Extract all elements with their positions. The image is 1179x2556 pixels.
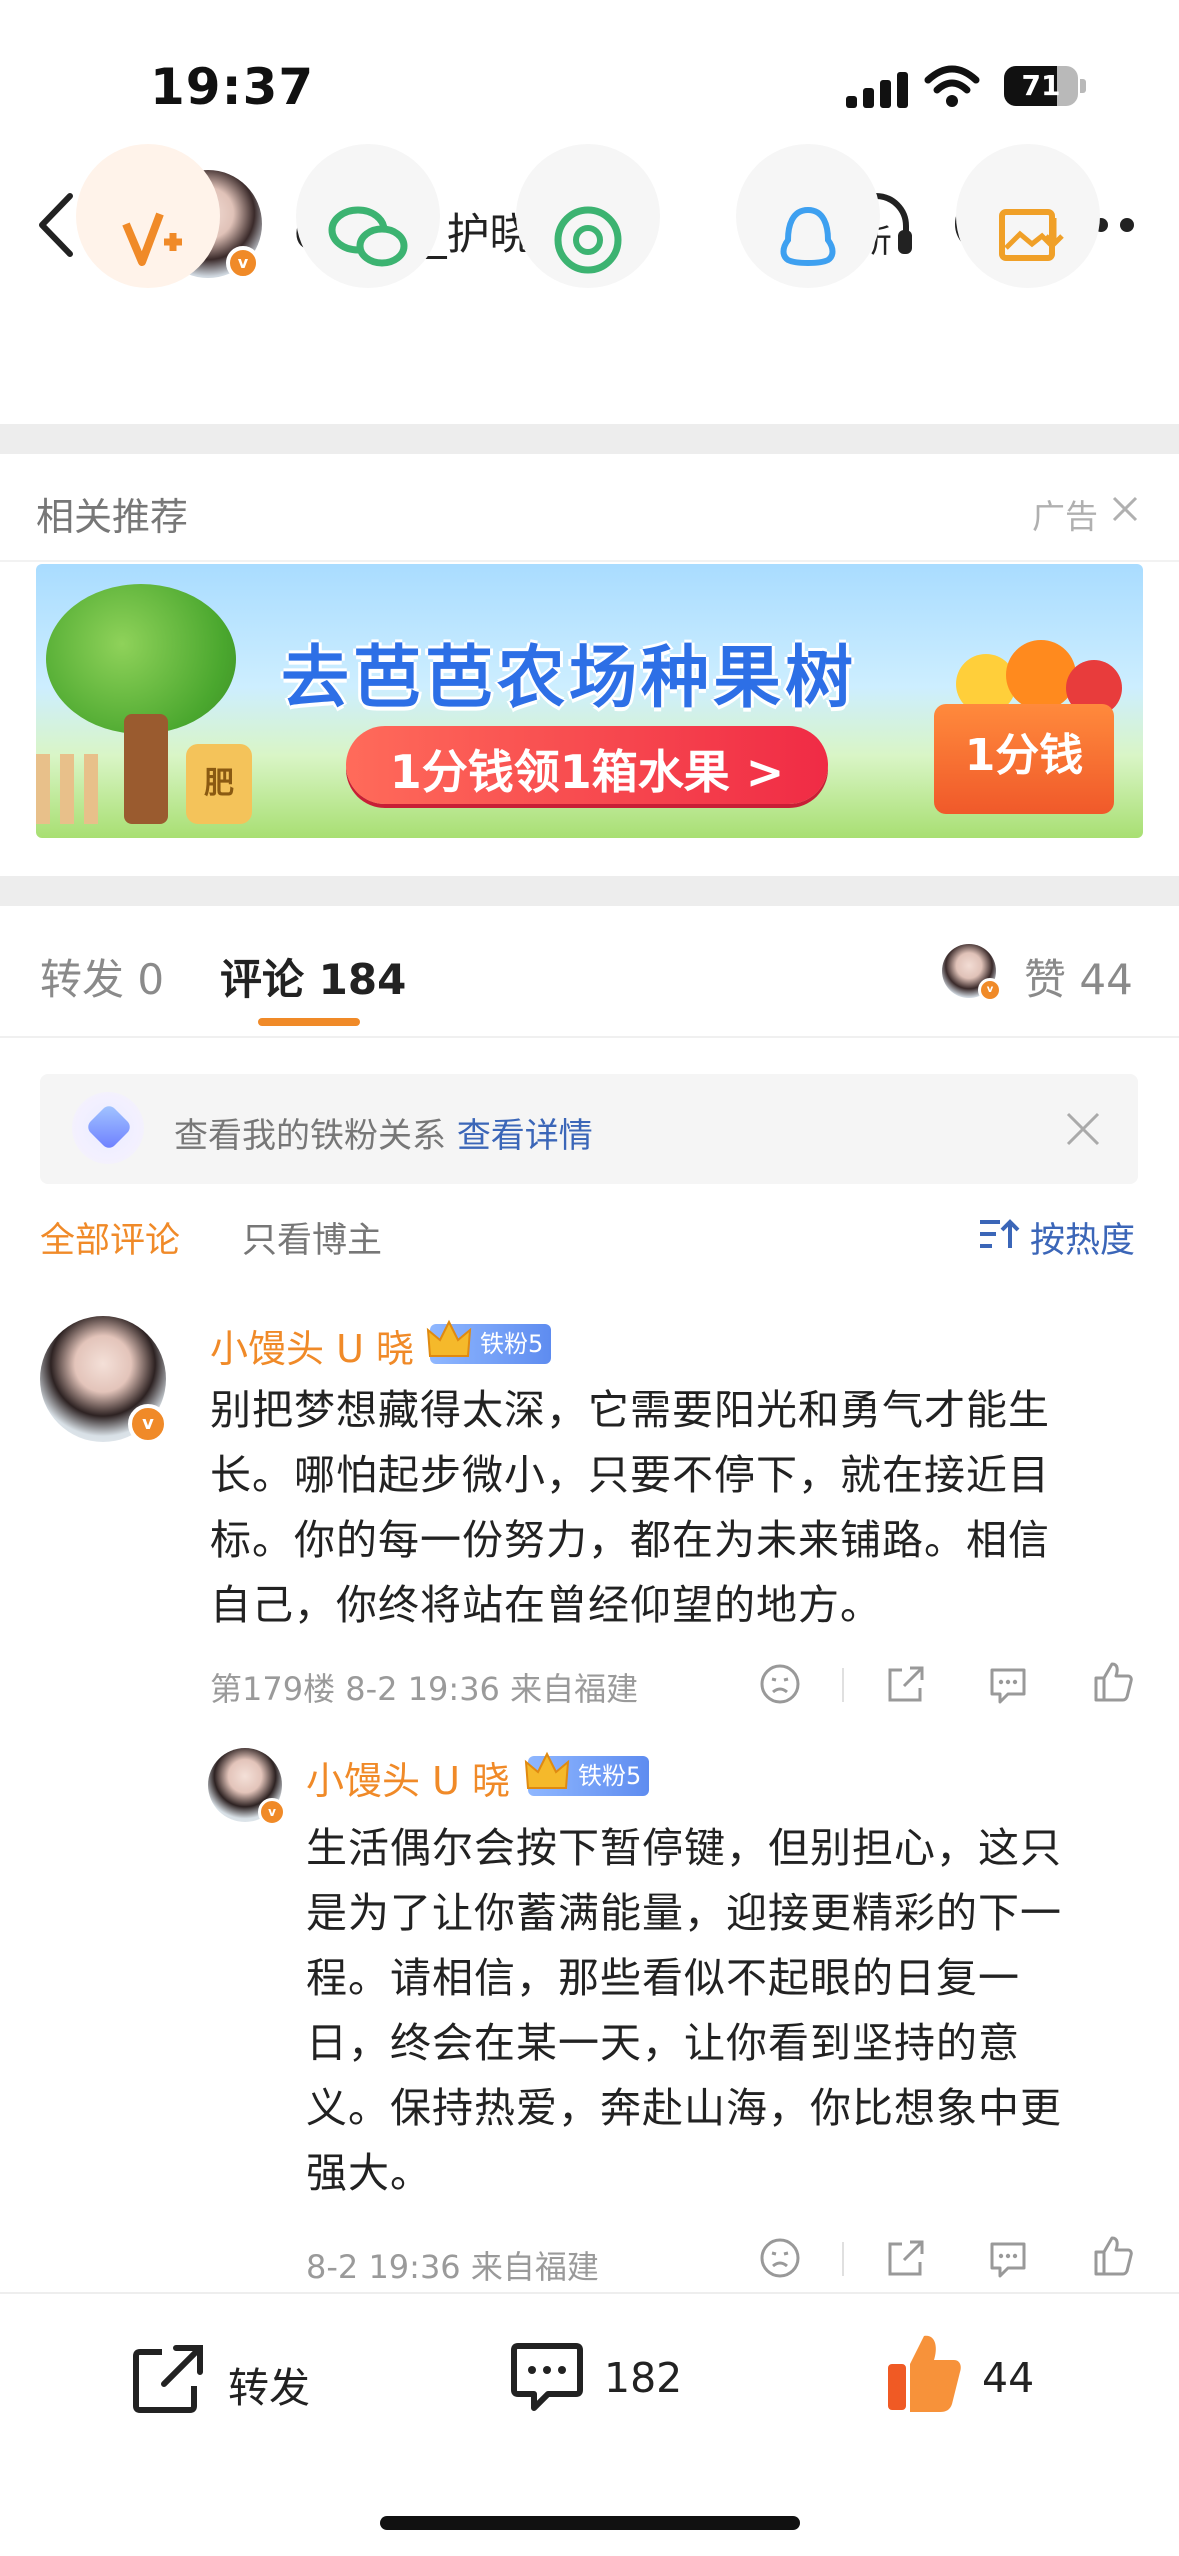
verified-badge-icon: v — [226, 246, 260, 280]
liker-verified-icon: v — [978, 978, 1002, 1002]
fan-notice-text: 查看我的铁粉关系 — [174, 1116, 446, 1156]
wechat-icon — [328, 206, 408, 267]
home-indicator[interactable] — [380, 2516, 800, 2530]
like-icon[interactable] — [1090, 2234, 1134, 2278]
reply-line: 义。保持热爱，奔赴山海，你比想象中更 — [306, 2084, 1062, 2132]
sort-icon — [980, 1219, 1020, 1248]
tab-repost[interactable]: 转发 0 — [40, 946, 164, 1007]
cellular-signal-icon — [846, 70, 910, 108]
reply-text: 生活偶尔会按下暂停键，但别担心，这只 是为了让你蓄满能量，迎接更精彩的下一 程。… — [306, 1816, 1136, 2206]
crown-icon — [426, 1319, 472, 1357]
filter-all-comments[interactable]: 全部评论 — [40, 1212, 180, 1263]
tab-divider — [0, 1036, 1179, 1038]
dislike-face-icon[interactable] — [758, 2236, 802, 2280]
fan-level-badge: 铁粉5 — [426, 1319, 552, 1364]
wifi-icon — [924, 65, 980, 107]
tab-comment[interactable]: 评论 184 — [220, 946, 406, 1007]
comment-text: 别把梦想藏得太深，它需要阳光和勇气才能生 长。哪怕起步微小，只要不停下，就在接近… — [210, 1378, 1110, 1638]
close-icon[interactable] — [1064, 1110, 1102, 1148]
sort-label: 按热度 — [1030, 1221, 1136, 1261]
tree-graphic — [46, 584, 236, 734]
action-divider — [842, 2242, 844, 2276]
like-filled-icon — [888, 2335, 961, 2412]
section-divider — [0, 424, 1179, 454]
orange-graphic — [1006, 640, 1076, 710]
ad-label: 广告 — [1032, 497, 1098, 536]
like-icon[interactable] — [1090, 1660, 1134, 1704]
battery-level: 71 — [1021, 69, 1061, 102]
comment-meta: 第179楼 8-2 19:36 来自福建 — [210, 1670, 639, 1708]
banner-title: 去芭芭农场种果树 — [281, 639, 858, 718]
banner-cta-button[interactable]: 1分钱领1箱水果 > — [346, 726, 828, 804]
status-time: 19:37 — [150, 58, 315, 116]
bottom-like-count: 44 — [982, 2354, 1035, 2402]
comment-line: 长。哪怕起步微小，只要不停下，就在接近目 — [210, 1451, 1050, 1499]
bottom-repost-button[interactable]: 转发 — [130, 2338, 350, 2418]
related-recommend-title: 相关推荐 — [36, 495, 189, 539]
reply-icon[interactable] — [986, 2236, 1030, 2280]
ad-close-icon[interactable] — [1110, 494, 1140, 524]
fan-level-label: 铁粉5 — [480, 1330, 544, 1358]
vplus-icon — [122, 212, 182, 266]
bottom-comment-count: 182 — [604, 2354, 683, 2402]
fertilizer-bag: 肥 — [186, 744, 252, 824]
share-save-image-button[interactable] — [956, 144, 1100, 288]
bottom-repost-label: 转发 — [228, 2364, 310, 2412]
reply-verified-icon: v — [258, 1798, 286, 1826]
reply-meta: 8-2 19:36 来自福建 — [306, 2248, 599, 2286]
sort-by-hot-button[interactable]: 按热度 — [978, 1210, 1138, 1261]
dislike-face-icon[interactable] — [758, 1662, 802, 1706]
commenter-name[interactable]: 小馒头 U 晓 — [210, 1318, 414, 1373]
section-divider-2 — [0, 876, 1179, 906]
share-vplus-button[interactable] — [76, 144, 220, 288]
reply-line: 是为了让你蓄满能量，迎接更精彩的下一 — [306, 1889, 1062, 1937]
related-divider — [0, 560, 1179, 562]
fence-graphic — [36, 754, 106, 824]
share-qq-button[interactable] — [736, 144, 880, 288]
battery-tip — [1080, 79, 1086, 93]
crown-icon — [524, 1751, 570, 1789]
tree-trunk-graphic — [124, 714, 168, 824]
share-moments-button[interactable] — [516, 144, 660, 288]
battery-icon: 71 — [1004, 66, 1078, 106]
reply-fan-level-badge: 铁粉5 — [524, 1751, 650, 1796]
diamond-icon — [72, 1092, 144, 1164]
comment-line: 自己，你终将站在曾经仰望的地方。 — [210, 1581, 882, 1629]
reply-line: 强大。 — [306, 2149, 432, 2197]
action-divider — [842, 1668, 844, 1702]
share-icon[interactable] — [884, 1662, 928, 1706]
reply-commenter-name[interactable]: 小馒头 U 晓 — [306, 1750, 510, 1805]
qq-icon — [780, 206, 836, 266]
reply-icon[interactable] — [986, 1662, 1030, 1706]
fan-notice-text-wrap: 查看我的铁粉关系 查看详情 — [174, 1108, 593, 1157]
ad-banner[interactable]: 肥 去芭芭农场种果树 1分钱领1箱水果 > 1分钱 — [36, 564, 1143, 838]
reply-fan-level-label: 铁粉5 — [578, 1762, 642, 1790]
fan-notice[interactable]: 查看我的铁粉关系 查看详情 — [40, 1074, 1138, 1184]
fruit-box: 1分钱 — [934, 704, 1114, 814]
bottom-comment-button[interactable]: 182 — [508, 2334, 708, 2418]
share-icon[interactable] — [884, 2236, 928, 2280]
active-tab-indicator — [258, 1018, 360, 1026]
reply-line: 日，终会在某一天，让你看到坚持的意 — [306, 2019, 1020, 2067]
reply-line: 程。请相信，那些看似不起眼的日复一 — [306, 1954, 1020, 2002]
commenter-verified-icon: v — [128, 1404, 168, 1444]
bottom-like-button[interactable]: 44 — [884, 2330, 1074, 2422]
comment-line: 别把梦想藏得太深，它需要阳光和勇气才能生 — [210, 1386, 1050, 1434]
share-wechat-button[interactable] — [296, 144, 440, 288]
moments-icon — [554, 206, 622, 274]
save-image-icon — [999, 209, 1064, 261]
repost-icon — [133, 2345, 203, 2413]
tab-like[interactable]: 赞 44 — [1024, 946, 1133, 1007]
comment-line: 标。你的每一份努力，都在为未来铺路。相信 — [210, 1516, 1050, 1564]
reply-line: 生活偶尔会按下暂停键，但别担心，这只 — [306, 1824, 1062, 1872]
banner-cta-label: 1分钱领1箱水果 > — [389, 745, 785, 799]
filter-blogger-only[interactable]: 只看博主 — [242, 1212, 382, 1263]
comment-bubble-icon — [511, 2343, 583, 2411]
fan-notice-link[interactable]: 查看详情 — [457, 1116, 593, 1156]
